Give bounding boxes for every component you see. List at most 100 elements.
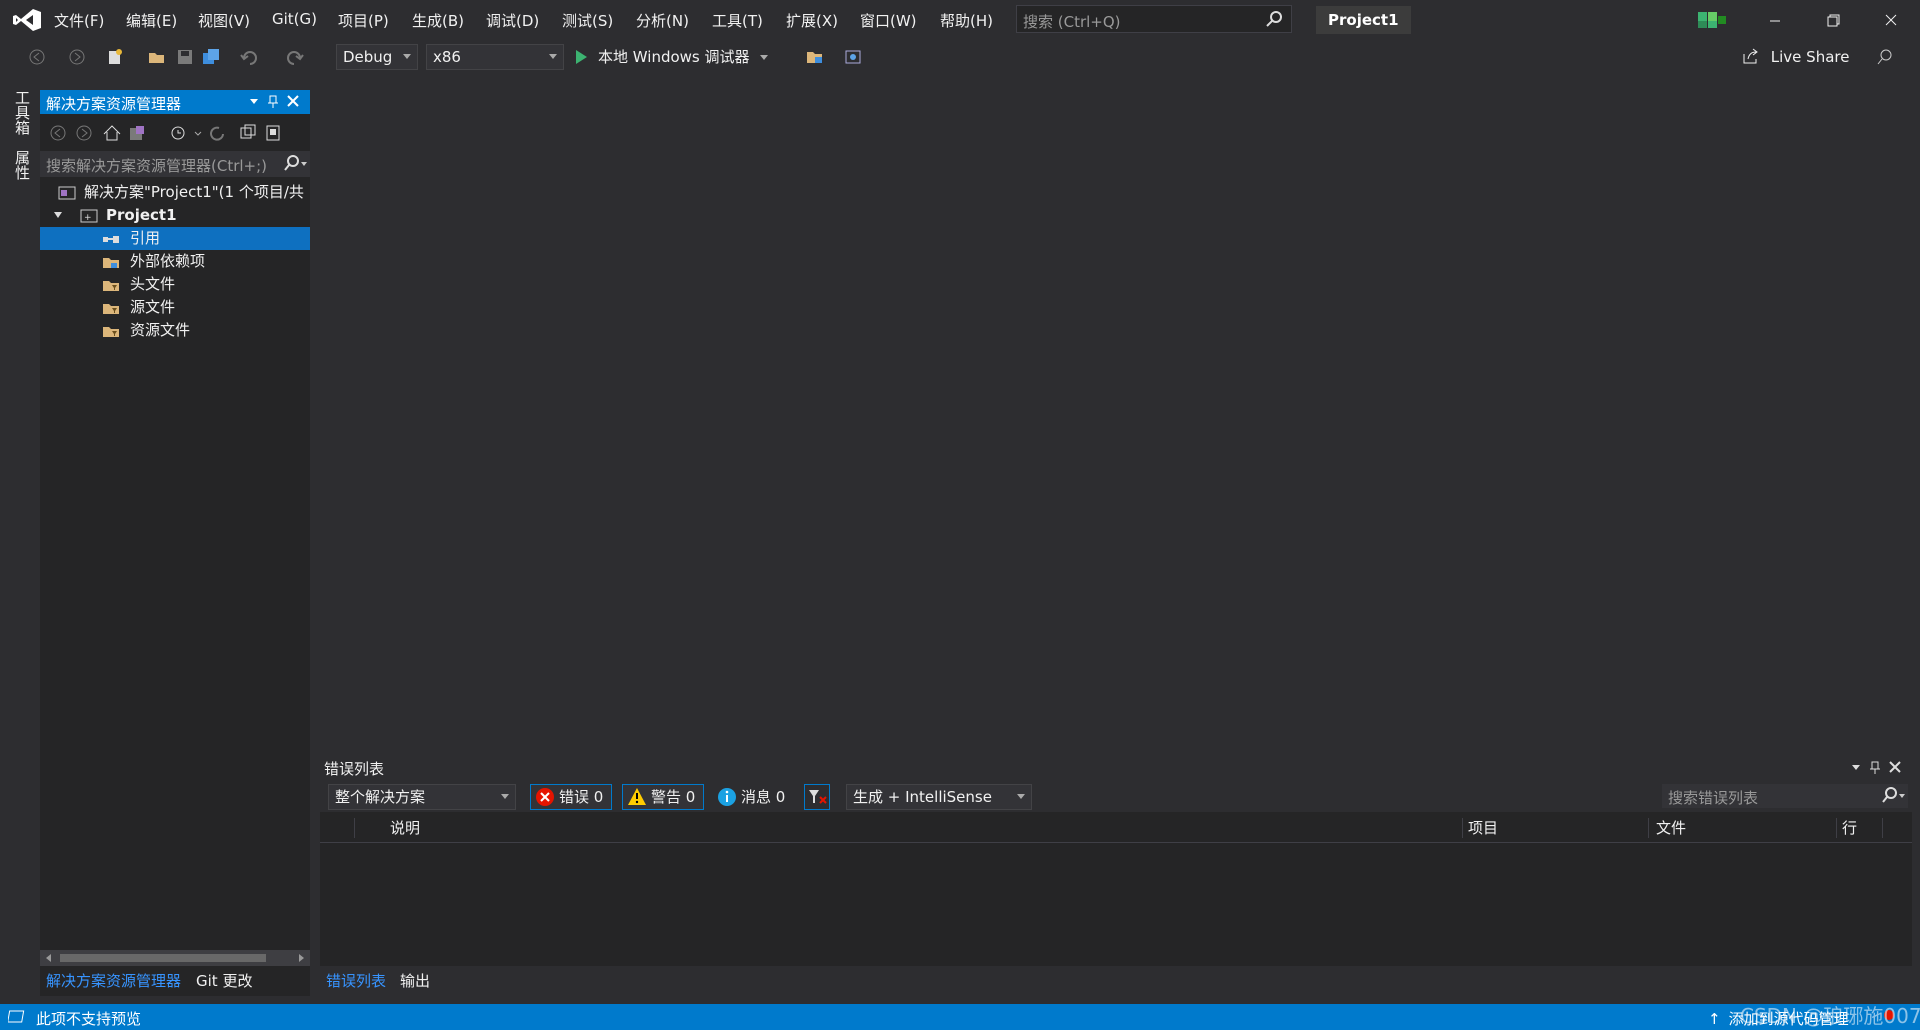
solution-icon — [58, 186, 76, 200]
tab-output[interactable]: 输出 — [400, 970, 430, 991]
menu-edit[interactable]: 编辑(E) — [126, 10, 177, 31]
tree-item-label: 引用 — [130, 229, 161, 247]
tree-item-solution[interactable]: 解决方案"Project1"(1 个项目/共 1 个) — [40, 181, 310, 204]
close-window-icon[interactable] — [1876, 8, 1906, 32]
configuration-value: Debug — [343, 48, 393, 66]
messages-filter-button[interactable]: 消息 0 — [712, 784, 794, 810]
error-scope-select[interactable]: 整个解决方案 — [328, 784, 516, 810]
search-icon — [1882, 787, 1905, 803]
external-deps-icon — [103, 258, 119, 268]
menu-debug[interactable]: 调试(D) — [486, 10, 539, 31]
menu-view[interactable]: 视图(V) — [198, 10, 250, 31]
tree-item-label: Project1 — [106, 206, 177, 224]
global-search-placeholder: 搜索 (Ctrl+Q) — [1023, 13, 1121, 31]
scrollbar-thumb[interactable] — [60, 954, 266, 962]
menu-extensions[interactable]: 扩展(X) — [786, 10, 838, 31]
column-project[interactable]: 项目 — [1468, 816, 1498, 840]
play-icon — [576, 50, 587, 64]
visual-studio-logo-icon — [12, 8, 42, 32]
platform-select[interactable]: x86 — [426, 44, 564, 70]
solution-search-input[interactable]: 搜索解决方案资源管理器(Ctrl+;) — [40, 151, 310, 177]
menu-analyze[interactable]: 分析(N) — [636, 10, 689, 31]
error-list-header: 错误列表 — [320, 756, 1912, 780]
scroll-left-icon[interactable] — [46, 954, 51, 962]
live-share-button[interactable]: Live Share — [1742, 48, 1849, 66]
menu-window[interactable]: 窗口(W) — [860, 10, 917, 31]
tab-solution-explorer[interactable]: 解决方案资源管理器 — [46, 970, 181, 991]
column-description[interactable]: 说明 — [390, 816, 420, 840]
new-project-icon[interactable] — [106, 48, 124, 66]
tree-item-label: 外部依赖项 — [130, 252, 206, 270]
scroll-right-icon[interactable] — [299, 954, 304, 962]
tab-git-changes[interactable]: Git 更改 — [196, 970, 252, 991]
configuration-select[interactable]: Debug — [336, 44, 418, 70]
menu-build[interactable]: 生成(B) — [412, 10, 464, 31]
column-file[interactable]: 文件 — [1656, 816, 1686, 840]
menu-project[interactable]: 项目(P) — [338, 10, 389, 31]
error-search-input[interactable]: 搜索错误列表 — [1662, 784, 1908, 808]
error-search-placeholder: 搜索错误列表 — [1668, 789, 1759, 807]
run-dropdown-icon[interactable] — [760, 55, 769, 60]
collapse-all-icon — [240, 124, 256, 139]
warning-icon — [628, 788, 646, 805]
build-intellisense-select[interactable]: 生成 + IntelliSense — [846, 784, 1032, 810]
column-divider — [1462, 818, 1463, 838]
toolbox-tab[interactable]: 工具箱 — [12, 90, 33, 135]
status-message: 此项不支持预览 — [36, 1010, 142, 1028]
history-icon — [171, 126, 202, 140]
svg-text:+: + — [84, 213, 92, 223]
messages-count-label: 消息 0 — [741, 788, 786, 806]
column-line[interactable]: 行 — [1842, 816, 1857, 840]
filter-folder-icon — [103, 304, 119, 314]
global-search-input[interactable]: 搜索 (Ctrl+Q) — [1016, 5, 1292, 33]
tree-item-label: 资源文件 — [130, 321, 191, 339]
live-share-label: Live Share — [1770, 48, 1850, 66]
references-icon — [103, 236, 119, 243]
restore-icon[interactable] — [1818, 8, 1848, 32]
back-icon — [50, 125, 66, 141]
menu-file[interactable]: 文件(F) — [54, 10, 104, 31]
tree-item-external-deps[interactable]: 外部依赖项 — [40, 250, 310, 273]
errors-count-label: 错误 0 — [559, 788, 604, 806]
expand-arrow-icon[interactable] — [54, 212, 62, 218]
open-folder-icon[interactable] — [806, 48, 824, 66]
menu-tools[interactable]: 工具(T) — [712, 10, 763, 31]
account-avatar-icon[interactable] — [1696, 10, 1728, 30]
panel-controls[interactable] — [1848, 758, 1908, 778]
column-divider — [1836, 818, 1837, 838]
minimize-icon[interactable] — [1760, 8, 1790, 32]
menu-help[interactable]: 帮助(H) — [940, 10, 993, 31]
tree-item-source-files[interactable]: 源文件 — [40, 296, 310, 319]
save-all-icon[interactable] — [202, 48, 220, 66]
feedback-icon[interactable] — [1876, 48, 1894, 66]
open-file-icon[interactable] — [148, 48, 166, 66]
navigate-back-icon[interactable] — [28, 48, 46, 66]
switch-views-icon — [130, 126, 144, 140]
editor-area — [312, 74, 1920, 750]
tab-error-list[interactable]: 错误列表 — [326, 970, 386, 991]
tree-item-project[interactable]: + Project1 — [40, 204, 310, 227]
horizontal-scrollbar[interactable] — [40, 950, 310, 966]
save-icon[interactable] — [176, 48, 194, 66]
filter-current-project-button[interactable] — [804, 784, 830, 810]
preview-icon — [8, 1010, 25, 1023]
tree-item-references[interactable]: 引用 — [40, 227, 310, 250]
undo-icon[interactable] — [240, 48, 258, 66]
properties-tab[interactable]: 属性 — [12, 150, 33, 180]
search-icon — [1266, 11, 1282, 27]
panel-controls[interactable] — [246, 92, 306, 112]
screenshot-tool-icon[interactable] — [844, 48, 862, 66]
tree-item-resource-files[interactable]: 资源文件 — [40, 319, 310, 342]
start-debugging-button[interactable]: 本地 Windows 调试器 — [572, 44, 769, 70]
filter-folder-icon — [103, 281, 119, 291]
warnings-filter-button[interactable]: 警告 0 — [622, 784, 705, 810]
errors-filter-button[interactable]: 错误 0 — [530, 784, 613, 810]
tree-item-header-files[interactable]: 头文件 — [40, 273, 310, 296]
redo-icon[interactable] — [286, 48, 304, 66]
info-icon — [718, 788, 736, 806]
menu-git[interactable]: Git(G) — [272, 10, 317, 28]
navigate-forward-icon[interactable] — [68, 48, 86, 66]
forward-icon — [76, 125, 92, 141]
arrow-up-icon: ↑ — [1708, 1010, 1721, 1028]
menu-test[interactable]: 测试(S) — [562, 10, 613, 31]
